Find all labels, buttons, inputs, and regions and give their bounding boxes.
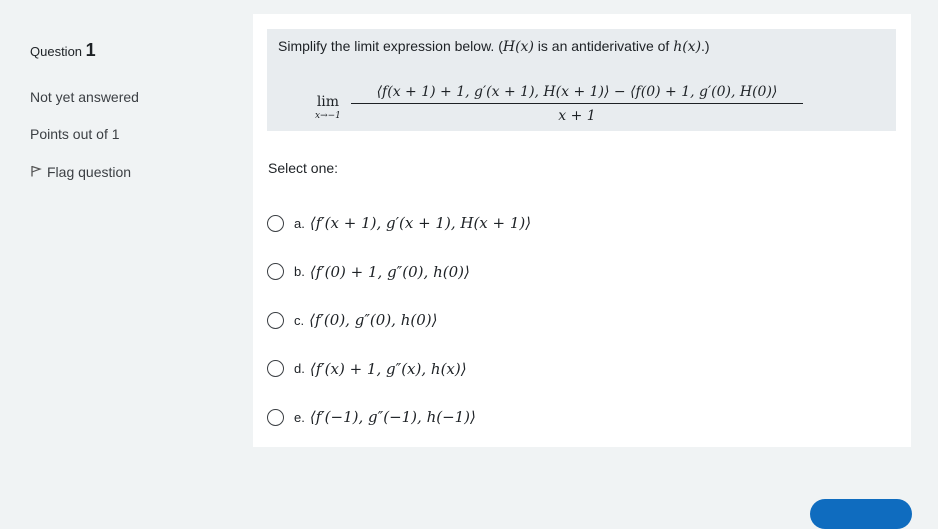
- option-letter: e.: [294, 409, 305, 425]
- option-text: ⟨f′(0), g″(0), h(0)⟩: [309, 311, 438, 330]
- next-page-button[interactable]: [810, 499, 912, 529]
- question-number: Question 1: [30, 40, 240, 61]
- fraction-numerator: ⟨f(x + 1) + 1, g′(x + 1), H(x + 1)⟩ − ⟨f…: [351, 84, 803, 104]
- limit-formula: lim x→−1 ⟨f(x + 1) + 1, g′(x + 1), H(x +…: [311, 84, 871, 134]
- fraction-denominator: x + 1: [558, 108, 596, 124]
- question-text-part: .): [701, 38, 710, 54]
- flag-question-label: Flag question: [47, 164, 132, 180]
- limit-subscript: x→−1: [315, 111, 341, 121]
- question-info: Question 1 Not yet answered Points out o…: [30, 40, 240, 180]
- radio-button-icon[interactable]: [267, 214, 284, 232]
- answer-option-d[interactable]: d. ⟨f′(x) + 1, g″(x), h(x)⟩: [267, 345, 531, 394]
- question-number-value: 1: [85, 40, 96, 60]
- select-prompt: Select one:: [268, 160, 339, 176]
- option-text: ⟨f′(x + 1), g′(x + 1), H(x + 1)⟩: [309, 214, 532, 233]
- radio-button-icon[interactable]: [267, 360, 284, 378]
- option-text: ⟨f′(−1), g″(−1), h(−1)⟩: [309, 408, 476, 427]
- flag-icon: [30, 164, 42, 180]
- option-letter: a.: [294, 215, 305, 231]
- radio-button-icon[interactable]: [267, 408, 284, 426]
- question-text-box: Simplify the limit expression below. (H(…: [267, 29, 896, 131]
- question-content: Simplify the limit expression below. (H(…: [253, 14, 911, 447]
- answer-options: a. ⟨f′(x + 1), g′(x + 1), H(x + 1)⟩ b. ⟨…: [267, 199, 531, 442]
- answer-option-b[interactable]: b. ⟨f′(0) + 1, g″(0), h(0)⟩: [267, 248, 531, 297]
- radio-button-icon[interactable]: [267, 311, 284, 329]
- option-text: ⟨f′(x) + 1, g″(x), h(x)⟩: [309, 359, 467, 378]
- fraction: ⟨f(x + 1) + 1, g′(x + 1), H(x + 1)⟩ − ⟨f…: [351, 84, 803, 124]
- option-letter: d.: [294, 361, 305, 377]
- function-symbol: h(x): [673, 39, 702, 55]
- question-grade: Points out of 1: [30, 126, 120, 142]
- limit-operator: lim x→−1: [315, 94, 341, 121]
- option-letter: c.: [294, 312, 305, 328]
- question-text-part: Simplify the limit expression below. (: [278, 38, 503, 54]
- option-text: ⟨f′(0) + 1, g″(0), h(0)⟩: [309, 262, 470, 281]
- answer-option-a[interactable]: a. ⟨f′(x + 1), g′(x + 1), H(x + 1)⟩: [267, 199, 531, 248]
- question-state: Not yet answered: [30, 89, 139, 105]
- radio-button-icon[interactable]: [267, 263, 284, 281]
- question-text: Simplify the limit expression below. (H(…: [278, 38, 710, 55]
- question-label: Question: [30, 44, 83, 59]
- antiderivative-symbol: H(x): [502, 39, 534, 55]
- option-letter: b.: [294, 264, 305, 280]
- answer-option-c[interactable]: c. ⟨f′(0), g″(0), h(0)⟩: [267, 296, 531, 345]
- limit-word: lim: [316, 94, 340, 110]
- answer-option-e[interactable]: e. ⟨f′(−1), g″(−1), h(−1)⟩: [267, 393, 531, 442]
- flag-question-link[interactable]: Flag question: [30, 164, 131, 180]
- question-text-part: is an antiderivative of: [533, 38, 674, 54]
